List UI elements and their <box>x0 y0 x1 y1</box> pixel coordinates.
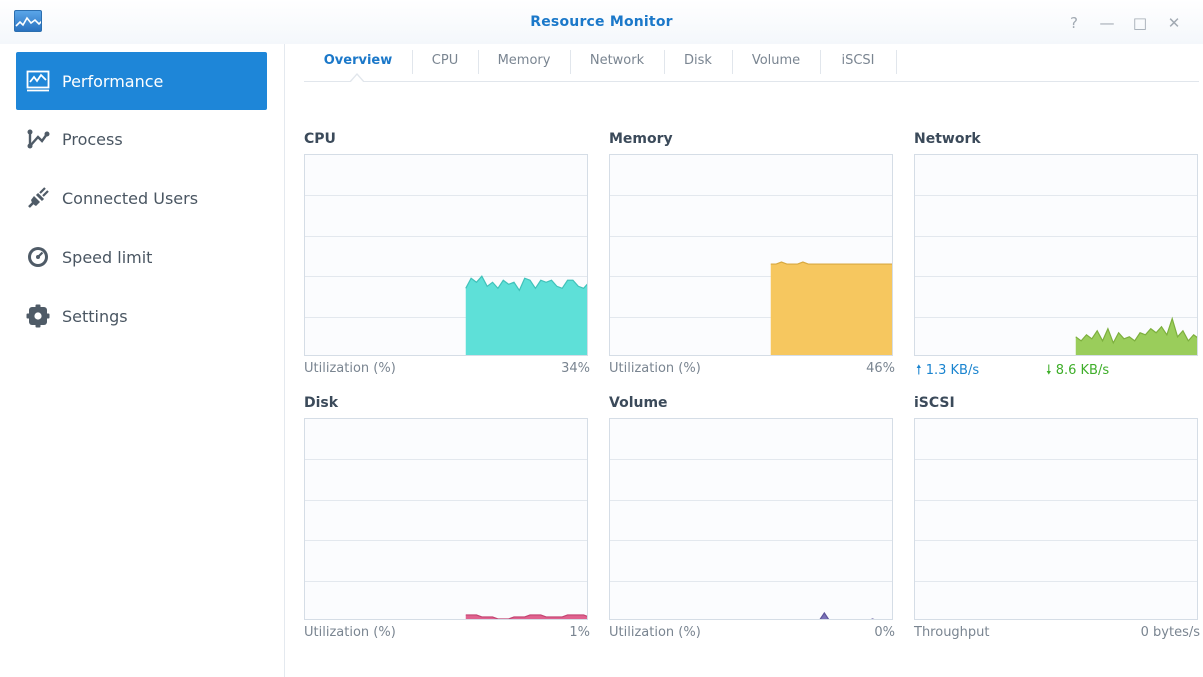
sidebar-item-label: Connected Users <box>62 188 199 208</box>
volume-graph <box>609 418 893 620</box>
close-button[interactable]: ✕ <box>1163 12 1185 34</box>
sidebar-item-speed-limit[interactable]: Speed limit <box>16 228 267 286</box>
volume-chart <box>610 459 892 619</box>
panel-title: Volume <box>609 395 668 411</box>
metric-label: Utilization (%) <box>609 361 701 376</box>
panel-footer: Throughput 0 bytes/s <box>914 624 1200 642</box>
sidebar-item-settings[interactable]: Settings <box>16 287 267 345</box>
download-value: 8.6 KB/s <box>1055 363 1110 378</box>
network-panel: Network 🠕 1.3 KB/s 🠗 8.6 KB/s <box>914 131 1200 378</box>
window-title: Resource Monitor <box>530 14 673 30</box>
cpu-panel: CPU Utilization (%) 34% <box>304 131 590 378</box>
metric-value: 46% <box>866 361 895 376</box>
panel-title: Disk <box>304 395 339 411</box>
panel-footer: Utilization (%) 34% <box>304 360 590 378</box>
process-icon <box>26 127 50 151</box>
metric-label: Utilization (%) <box>304 625 396 640</box>
series-line <box>819 611 875 619</box>
tab-memory[interactable]: Memory <box>478 44 570 78</box>
title-bar[interactable]: Resource Monitor ? — □ ✕ <box>0 0 1203 44</box>
series-area <box>770 262 892 355</box>
gear-icon <box>26 304 50 328</box>
tab-network[interactable]: Network <box>570 44 664 78</box>
plug-icon <box>26 186 50 210</box>
tab-disk[interactable]: Disk <box>664 44 732 78</box>
download-rate: 🠗 8.6 KB/s <box>1046 361 1109 383</box>
panel-footer: Utilization (%) 1% <box>304 624 590 642</box>
disk-chart <box>305 459 587 619</box>
sidebar-item-label: Settings <box>62 306 128 326</box>
iscsi-graph <box>914 418 1198 620</box>
tab-cpu[interactable]: CPU <box>412 44 478 78</box>
series-area <box>820 612 873 619</box>
sidebar-item-connected-users[interactable]: Connected Users <box>16 169 267 227</box>
metric-label: Utilization (%) <box>304 361 396 376</box>
series-line <box>770 261 892 265</box>
help-icon[interactable]: ? <box>1063 12 1085 34</box>
panel-footer: 🠕 1.3 KB/s 🠗 8.6 KB/s <box>914 360 1200 378</box>
speedometer-icon <box>26 245 50 269</box>
iscsi-panel: iSCSI Throughput 0 bytes/s <box>914 395 1200 642</box>
memory-graph <box>609 154 893 356</box>
network-graph <box>914 154 1198 356</box>
metric-value: 0 bytes/s <box>1140 625 1200 640</box>
cpu-graph <box>304 154 588 356</box>
metric-value: 34% <box>561 361 590 376</box>
sidebar-item-performance[interactable]: Performance <box>16 52 267 110</box>
network-chart <box>915 195 1197 355</box>
maximize-button[interactable]: □ <box>1129 12 1151 34</box>
tab-volume[interactable]: Volume <box>732 44 820 78</box>
upload-rate: 🠕 1.3 KB/s <box>916 361 979 383</box>
upload-arrow-icon: 🠕 <box>916 363 922 378</box>
performance-chart-icon <box>26 69 50 93</box>
metric-value: 1% <box>569 625 590 640</box>
resource-monitor-window: Resource Monitor ? — □ ✕ Performance Pro… <box>0 0 1203 677</box>
metric-value: 0% <box>874 625 895 640</box>
tab-divider <box>896 50 897 74</box>
tab-iscsi[interactable]: iSCSI <box>820 44 896 78</box>
panel-title: Memory <box>609 131 673 147</box>
panel-title: iSCSI <box>914 395 955 411</box>
volume-panel: Volume Utilization (%) 0% <box>609 395 895 642</box>
panel-title: CPU <box>304 131 336 147</box>
series-area <box>465 276 587 355</box>
memory-chart <box>610 195 892 355</box>
memory-panel: Memory Utilization (%) 46% <box>609 131 895 378</box>
tab-bar: Overview CPU Memory Network Disk Volume … <box>304 44 1199 82</box>
sidebar-item-process[interactable]: Process <box>16 110 267 168</box>
download-arrow-icon: 🠗 <box>1046 363 1052 378</box>
metric-label: Throughput <box>914 625 990 640</box>
panel-footer: Utilization (%) 46% <box>609 360 895 378</box>
sidebar: Performance Process Connected Users Spee… <box>0 44 285 677</box>
active-tab-indicator <box>349 73 365 83</box>
sidebar-item-label: Speed limit <box>62 247 153 267</box>
sidebar-item-label: Process <box>62 129 123 149</box>
minimize-button[interactable]: — <box>1096 12 1118 34</box>
iscsi-chart <box>915 459 1197 582</box>
cpu-chart <box>305 195 587 355</box>
disk-panel: Disk Utilization (%) 1% <box>304 395 590 642</box>
upload-value: 1.3 KB/s <box>925 363 980 378</box>
metric-label: Utilization (%) <box>609 625 701 640</box>
panel-title: Network <box>914 131 981 147</box>
sidebar-item-label: Performance <box>62 71 164 91</box>
panel-footer: Utilization (%) 0% <box>609 624 895 642</box>
disk-graph <box>304 418 588 620</box>
